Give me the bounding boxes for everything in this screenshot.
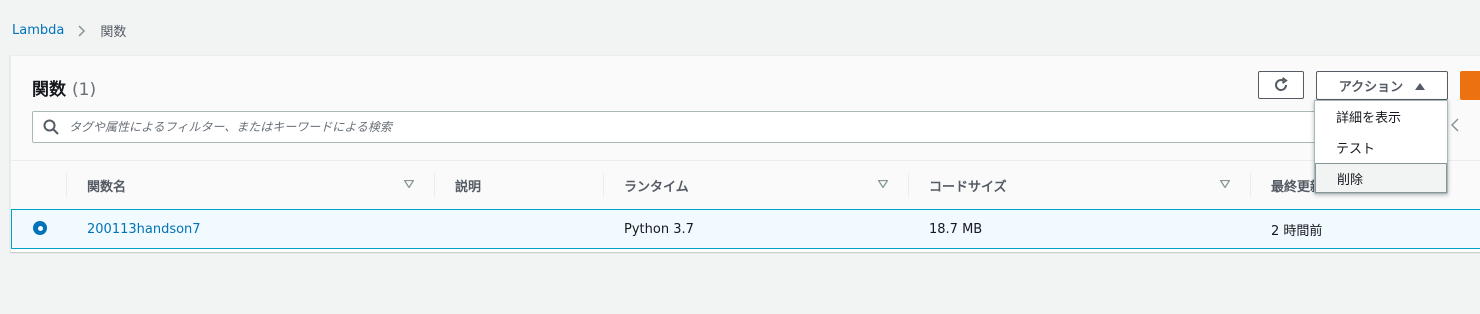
sort-down-icon[interactable] (1220, 180, 1230, 188)
column-divider (908, 173, 909, 197)
search-input[interactable] (67, 119, 1271, 135)
menu-item-test[interactable]: テスト (1315, 132, 1447, 162)
search-box[interactable] (32, 111, 1332, 143)
function-runtime: Python 3.7 (624, 221, 694, 237)
functions-panel: 関数 (1) アクション タグや属性によるフィルター、またはキーワードによる検索… (10, 55, 1480, 252)
refresh-button[interactable] (1258, 71, 1304, 99)
page-title: 関数 (1) (32, 75, 96, 100)
column-header-code-size[interactable]: コードサイズ (929, 161, 1007, 209)
function-code-size: 18.7 MB (929, 221, 983, 237)
column-header-name[interactable]: 関数名 (87, 161, 126, 209)
menu-item-delete[interactable]: 削除 (1315, 163, 1447, 193)
column-divider (603, 173, 604, 197)
menu-item-view-details[interactable]: 詳細を表示 (1315, 101, 1447, 131)
caret-up-icon (1415, 82, 1426, 90)
column-header-description: 説明 (455, 179, 482, 195)
function-name-link[interactable]: 200113handson7 (87, 222, 201, 237)
column-divider (434, 173, 435, 197)
title-text: 関数 (32, 80, 66, 100)
actions-button[interactable]: アクション (1316, 71, 1448, 100)
sort-down-icon[interactable] (878, 180, 888, 188)
sort-down-icon[interactable] (404, 180, 414, 188)
function-last-modified: 2 時間前 (1271, 223, 1323, 239)
breadcrumb: Lambda 関数 (12, 21, 126, 40)
panel-header: 関数 (1) アクション (11, 56, 1480, 161)
column-header-runtime[interactable]: ランタイム (624, 161, 689, 209)
column-divider (66, 173, 67, 197)
actions-label: アクション (1338, 80, 1404, 95)
table-header: 関数名 説明 ランタイム コードサイズ 最終更新 (11, 161, 1480, 210)
search-icon (43, 119, 59, 135)
column-divider (1250, 173, 1251, 197)
breadcrumb-lambda-link[interactable]: Lambda (12, 23, 64, 38)
actions-dropdown-menu: 詳細を表示 テスト 削除 (1314, 100, 1448, 194)
breadcrumb-current: 関数 (100, 25, 127, 40)
chevron-left-icon[interactable] (1451, 118, 1459, 132)
refresh-icon (1273, 77, 1289, 93)
chevron-right-icon (78, 24, 86, 37)
create-function-button[interactable] (1460, 71, 1480, 100)
table-row[interactable]: 200113handson7 Python 3.7 18.7 MB 2 時間前 (11, 209, 1480, 249)
function-count: (1) (72, 80, 97, 100)
row-select-radio[interactable] (33, 221, 47, 235)
